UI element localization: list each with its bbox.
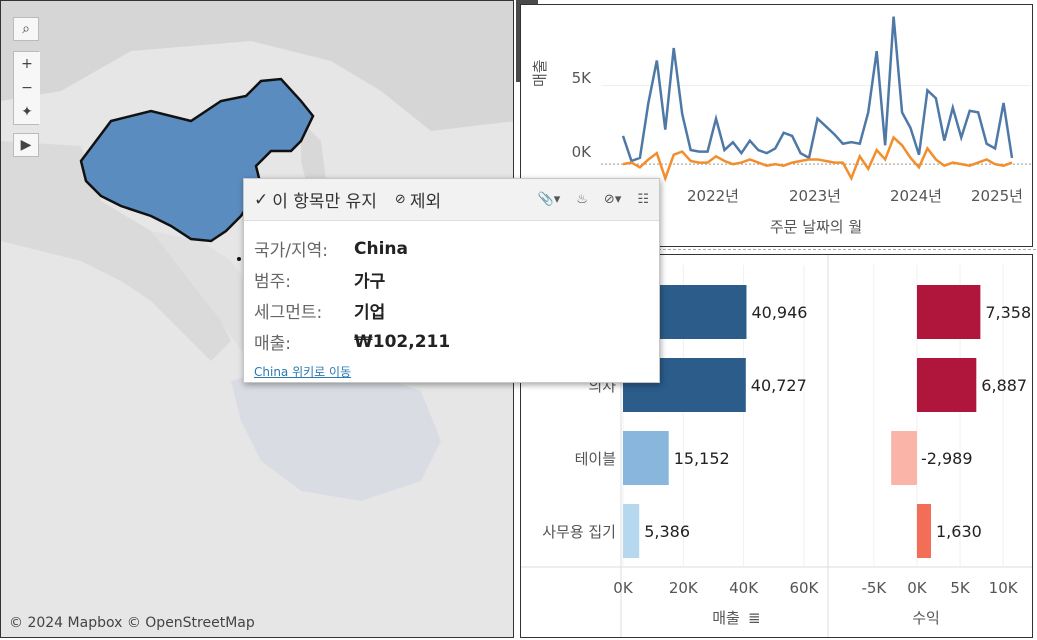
line-xlabel: 주문 날짜의 월	[770, 218, 862, 236]
link-icon[interactable]: ⊘▾	[604, 192, 621, 207]
set-icon[interactable]: ♨	[576, 192, 588, 207]
exclude-icon: ⊘	[394, 192, 406, 207]
profit-value-label: -2,989	[921, 449, 973, 468]
x-tick-2022: 2022년	[687, 187, 739, 205]
tooltip-row: 세그먼트: 기업	[254, 295, 649, 326]
tooltip-row: 매출: ₩102,211	[254, 326, 649, 357]
profit-value-label: 1,630	[936, 522, 982, 541]
x-tick-2023: 2023년	[789, 187, 841, 205]
keep-only-button[interactable]: ✓ 이 항목만 유지	[254, 187, 377, 213]
sales-axis-label[interactable]: 매출	[712, 609, 740, 627]
series-line-1[interactable]	[622, 135, 1013, 183]
keep-only-label: 이 항목만 유지	[272, 192, 377, 212]
x-tick-label: 40K	[729, 579, 759, 597]
sales-value-label: 40,946	[751, 303, 807, 322]
x-tick-2025: 2025년	[971, 187, 1023, 205]
x-tick-label: 20K	[669, 579, 699, 597]
x-tick-label: 5K	[950, 579, 971, 597]
zoom-in-button[interactable]: +	[14, 52, 40, 76]
x-tick-2024: 2024년	[890, 187, 942, 205]
tooltip-key: 세그먼트:	[254, 303, 323, 323]
map-toolbar: ⌕ + − ✦ ▶	[13, 17, 41, 157]
map-attribution: © 2024 Mapbox © OpenStreetMap	[9, 615, 255, 631]
category-label-tables: 테이블	[575, 450, 616, 468]
profit-bar[interactable]	[916, 358, 977, 412]
line-ylabel: 매출	[531, 59, 549, 87]
tooltip-key: 매출:	[254, 334, 292, 354]
profit-bar[interactable]	[891, 431, 917, 485]
tooltip-body: 국가/지역: China 범주: 가구 세그먼트: 기업 매출: ₩102,21…	[244, 221, 659, 357]
sales-value-label: 40,727	[751, 376, 807, 395]
group-icon[interactable]: 📎▾	[538, 192, 561, 207]
map-tooltip: ✓ 이 항목만 유지 ⊘ 제외 📎▾ ♨ ⊘▾ ☷ 국가/지역: China 범…	[243, 178, 660, 383]
exclude-label: 제외	[409, 192, 442, 212]
check-icon: ✓	[254, 189, 269, 210]
tooltip-row: 범주: 가구	[254, 264, 649, 295]
search-icon[interactable]: ⌕	[13, 17, 39, 41]
profit-bar[interactable]	[916, 285, 981, 339]
exclude-button[interactable]: ⊘ 제외	[395, 187, 441, 212]
hainan-marker	[237, 257, 241, 261]
x-tick-label: -5K	[861, 579, 887, 597]
x-tick-label: 10K	[989, 579, 1019, 597]
tooltip-value: 기업	[354, 303, 386, 323]
zoom-out-button[interactable]: −	[14, 76, 40, 100]
view-data-icon[interactable]: ☷	[637, 192, 649, 207]
sales-bar[interactable]	[623, 504, 640, 558]
y-tick-5k: 5K	[572, 69, 593, 87]
wiki-link[interactable]: China 위키로 이동	[254, 363, 659, 380]
series-line-0[interactable]	[621, 16, 1014, 163]
tooltip-value: China	[354, 238, 408, 259]
tooltip-icon-group: 📎▾ ♨ ⊘▾ ☷	[538, 192, 649, 207]
x-tick-label: 60K	[789, 579, 819, 597]
tooltip-key: 국가/지역:	[254, 241, 329, 261]
profit-axis-label: 수익	[912, 609, 940, 627]
profit-value-label: 6,887	[981, 376, 1027, 395]
x-tick-label: 0K	[613, 579, 634, 597]
profit-bar[interactable]	[916, 504, 932, 558]
zoom-controls: + − ✦	[13, 51, 40, 125]
sales-value-label: 15,152	[674, 449, 730, 468]
tooltip-key: 범주:	[254, 272, 292, 292]
x-tick-label: 0K	[907, 579, 928, 597]
sales-bar[interactable]	[623, 431, 669, 485]
pin-icon[interactable]: ✦	[14, 100, 40, 124]
tooltip-toolbar: ✓ 이 항목만 유지 ⊘ 제외 📎▾ ♨ ⊘▾ ☷	[244, 179, 659, 221]
y-tick-0k: 0K	[572, 143, 593, 161]
tooltip-row: 국가/지역: China	[254, 233, 649, 264]
profit-value-label: 7,358	[985, 303, 1031, 322]
tooltip-value: 가구	[354, 272, 386, 292]
sort-icon[interactable]: ≣	[748, 609, 761, 627]
sales-value-label: 5,386	[644, 522, 690, 541]
play-icon[interactable]: ▶	[13, 133, 39, 157]
category-label-office: 사무용 집기	[542, 523, 616, 541]
tooltip-value: ₩102,211	[354, 331, 451, 352]
